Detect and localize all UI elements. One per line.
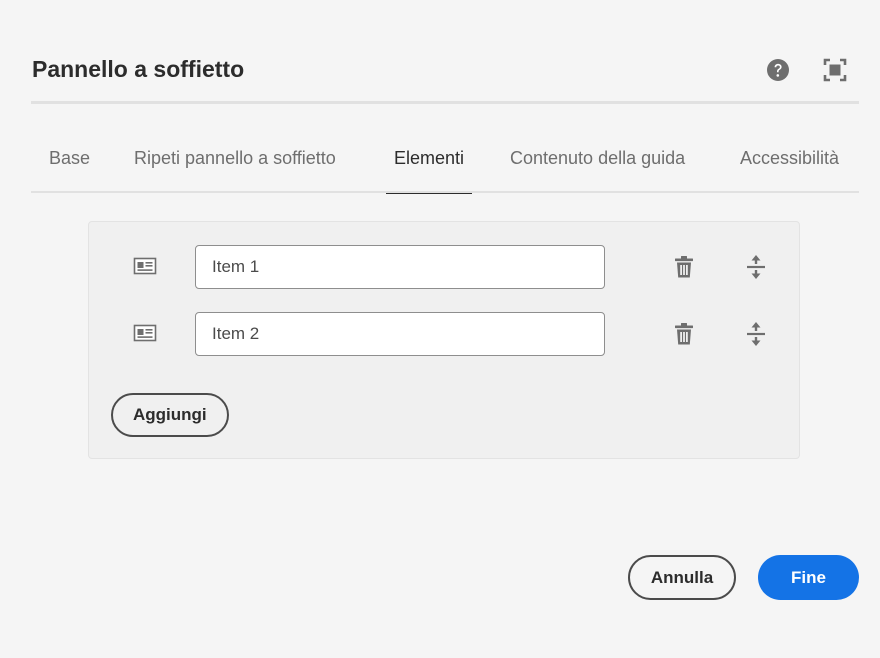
dialog-title: Pannello a soffietto <box>32 56 245 82</box>
cancel-button[interactable]: Annulla <box>628 555 736 600</box>
done-button[interactable]: Fine <box>758 555 859 600</box>
trash-icon[interactable] <box>671 321 697 347</box>
tab-accessibilita[interactable]: Accessibilità <box>740 128 839 192</box>
tabs-divider <box>31 191 859 193</box>
trash-icon[interactable] <box>671 254 697 280</box>
reorder-icon[interactable] <box>743 254 769 280</box>
title-divider <box>31 101 859 104</box>
tab-base[interactable]: Base <box>49 128 90 192</box>
panel-icon <box>133 323 157 343</box>
item-row <box>89 312 799 356</box>
reorder-icon[interactable] <box>743 321 769 347</box>
item-row <box>89 245 799 289</box>
item-title-input[interactable] <box>195 245 605 289</box>
items-panel: Aggiungi <box>88 221 800 459</box>
tab-list: Base Ripeti pannello a soffietto Element… <box>32 128 859 194</box>
add-item-button[interactable]: Aggiungi <box>111 393 229 437</box>
fullscreen-icon[interactable] <box>822 57 848 83</box>
tab-ripeti-pannello[interactable]: Ripeti pannello a soffietto <box>134 128 336 192</box>
help-icon[interactable] <box>765 57 791 83</box>
tab-elementi[interactable]: Elementi <box>385 128 473 194</box>
item-title-input[interactable] <box>195 312 605 356</box>
panel-icon <box>133 256 157 276</box>
tab-contenuto-guida[interactable]: Contenuto della guida <box>510 128 685 192</box>
